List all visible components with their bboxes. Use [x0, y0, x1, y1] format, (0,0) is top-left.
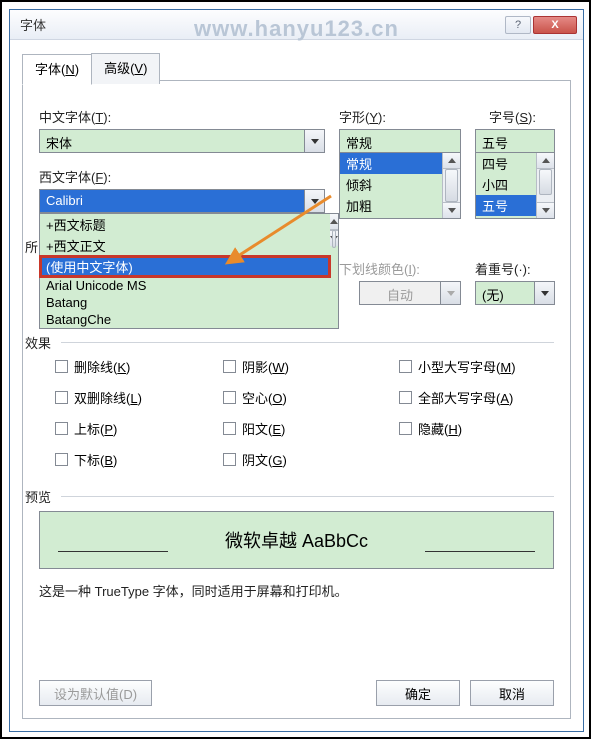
set-default-button[interactable]: 设为默认值(D) — [39, 680, 152, 706]
checkbox-label: 下标(B) — [74, 450, 117, 469]
scroll-up-icon[interactable] — [443, 153, 460, 169]
tab-page: 中文字体(T): 字形(Y): 字号(S): — [22, 80, 571, 719]
style-combo[interactable]: 常规 — [339, 129, 461, 153]
checkbox-icon — [55, 422, 68, 435]
checkbox-icon — [223, 360, 236, 373]
scroll-down-icon[interactable] — [443, 202, 460, 218]
en-font-dropdown[interactable]: +西文标题 +西文正文 (使用中文字体) Arial Unicode MS Ba… — [39, 213, 339, 329]
list-item[interactable]: Arial Unicode MS — [40, 277, 330, 294]
size-label: 字号(S): — [489, 107, 536, 126]
effect-checkbox[interactable]: 小型大写字母(M) — [399, 357, 579, 376]
checkbox-icon — [55, 391, 68, 404]
tab-advanced[interactable]: 高级(V) — [91, 53, 160, 84]
effect-checkbox[interactable]: 全部大写字母(A) — [399, 388, 579, 407]
en-font-value: Calibri — [40, 190, 304, 212]
cancel-button[interactable]: 取消 — [470, 680, 554, 706]
scrollbar[interactable] — [330, 214, 338, 328]
checkbox-label: 空心(O) — [242, 388, 287, 407]
checkbox-icon — [55, 360, 68, 373]
list-item[interactable]: BatangChe — [40, 311, 330, 328]
window-title: 字体 — [20, 15, 503, 34]
size-value: 五号 — [476, 130, 554, 152]
effect-checkbox[interactable]: 空心(O) — [223, 388, 399, 407]
style-list[interactable]: 常规 倾斜 加粗 — [339, 153, 461, 219]
underline-color-combo: 自动 — [359, 281, 461, 305]
titlebar[interactable]: 字体 ? X — [10, 10, 583, 40]
divider — [61, 342, 554, 343]
cn-font-combo[interactable]: 宋体 — [39, 129, 325, 153]
dropdown-icon[interactable] — [304, 130, 324, 152]
style-value: 常规 — [340, 130, 460, 152]
font-hint: 这是一种 TrueType 字体，同时适用于屏幕和打印机。 — [39, 581, 348, 600]
preview-text: 微软卓越 AaBbCc — [225, 527, 368, 553]
effect-checkbox[interactable]: 隐藏(H) — [399, 419, 579, 438]
list-item[interactable]: 常规 — [340, 153, 442, 174]
scroll-up-icon[interactable] — [537, 153, 554, 169]
list-item[interactable]: 四号 — [476, 153, 536, 174]
preview-box: 微软卓越 AaBbCc — [39, 511, 554, 569]
list-item[interactable]: Batang — [40, 294, 330, 311]
checkbox-label: 阴文(G) — [242, 450, 287, 469]
en-font-combo[interactable]: Calibri — [39, 189, 325, 213]
close-button[interactable]: X — [533, 16, 577, 34]
effect-checkbox[interactable]: 双删除线(L) — [55, 388, 223, 407]
checkbox-icon — [399, 391, 412, 404]
font-dialog: www.hanyu123.cn 字体 ? X 字体(N) 高级(V) 中文字体(… — [9, 9, 584, 732]
list-item[interactable]: 小四 — [476, 174, 536, 195]
checkbox-label: 隐藏(H) — [418, 419, 462, 438]
scroll-up-icon[interactable] — [330, 214, 338, 230]
checkbox-icon — [399, 422, 412, 435]
list-item-use-chinese-font[interactable]: (使用中文字体) — [40, 256, 330, 277]
en-font-label: 西文字体(F): — [39, 167, 111, 186]
ok-button[interactable]: 确定 — [376, 680, 460, 706]
help-button[interactable]: ? — [505, 16, 531, 34]
list-item[interactable]: 加粗 — [340, 195, 442, 216]
scroll-down-icon[interactable] — [537, 202, 554, 218]
list-item[interactable]: 五号 — [476, 195, 536, 216]
underline-color-value: 自动 — [360, 282, 440, 304]
emphasis-value: (无) — [476, 282, 534, 304]
checkbox-label: 阴影(W) — [242, 357, 289, 376]
emphasis-combo[interactable]: (无) — [475, 281, 555, 305]
effect-checkbox[interactable]: 阴影(W) — [223, 357, 399, 376]
checkbox-icon — [55, 453, 68, 466]
checkbox-icon — [223, 422, 236, 435]
emphasis-label: 着重号(·): — [475, 259, 531, 278]
tab-font[interactable]: 字体(N) — [22, 54, 92, 85]
divider — [61, 496, 554, 497]
checkbox-label: 上标(P) — [74, 419, 117, 438]
effect-checkbox[interactable]: 阴文(G) — [223, 450, 399, 469]
all-fonts-label-fragment: 所 — [25, 237, 38, 256]
preview-group-label: 预览 — [25, 487, 57, 506]
cn-font-label: 中文字体(T): — [39, 107, 339, 126]
checkbox-label: 小型大写字母(M) — [418, 357, 516, 376]
scrollbar[interactable] — [536, 153, 554, 218]
dropdown-icon[interactable] — [534, 282, 554, 304]
checkbox-label: 双删除线(L) — [74, 388, 142, 407]
checkbox-label: 删除线(K) — [74, 357, 130, 376]
cn-font-value: 宋体 — [40, 130, 304, 152]
dropdown-icon[interactable] — [304, 190, 324, 212]
style-label: 字形(Y): — [339, 107, 467, 126]
effect-checkbox[interactable]: 删除线(K) — [55, 357, 223, 376]
list-item[interactable]: +西文标题 — [40, 214, 330, 235]
size-combo[interactable]: 五号 — [475, 129, 555, 153]
scrollbar[interactable] — [442, 153, 460, 218]
effect-checkbox[interactable]: 下标(B) — [55, 450, 223, 469]
checkbox-label: 阳文(E) — [242, 419, 285, 438]
checkbox-label: 全部大写字母(A) — [418, 388, 513, 407]
list-item[interactable]: +西文正文 — [40, 235, 330, 256]
dropdown-icon — [440, 282, 460, 304]
effect-checkbox[interactable]: 阳文(E) — [223, 419, 399, 438]
size-list[interactable]: 四号 小四 五号 — [475, 153, 555, 219]
checkbox-icon — [223, 453, 236, 466]
underline-color-label: 下划线颜色(I): — [339, 259, 420, 278]
checkbox-icon — [399, 360, 412, 373]
list-item[interactable]: 倾斜 — [340, 174, 442, 195]
checkbox-icon — [223, 391, 236, 404]
effect-checkbox[interactable]: 上标(P) — [55, 419, 223, 438]
effects-group-label: 效果 — [25, 333, 57, 352]
